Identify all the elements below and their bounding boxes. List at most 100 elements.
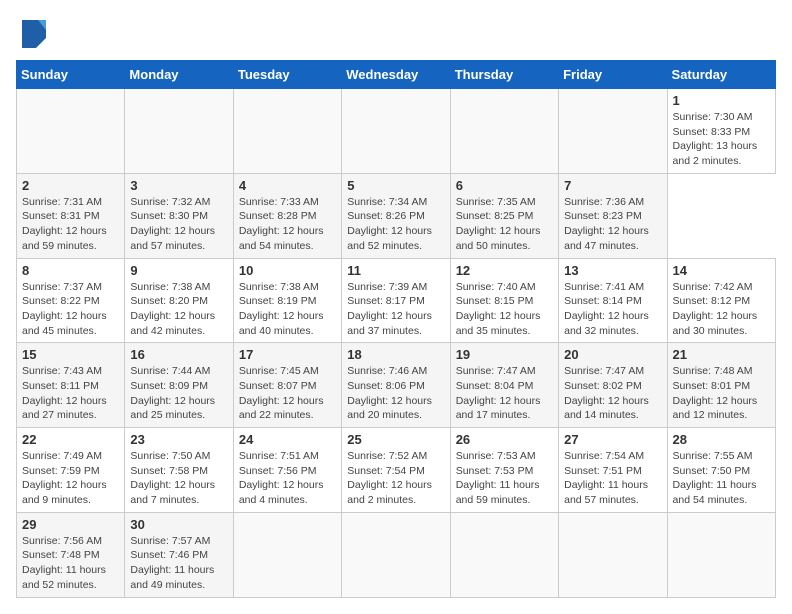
- day-cell-22: 22 Sunrise: 7:49 AMSunset: 7:59 PMDayligh…: [17, 428, 125, 513]
- day-info: Sunrise: 7:34 AMSunset: 8:26 PMDaylight:…: [347, 196, 432, 252]
- day-number: 20: [564, 347, 661, 362]
- empty-cell: [450, 512, 558, 597]
- day-number: 29: [22, 517, 119, 532]
- day-cell-24: 24 Sunrise: 7:51 AMSunset: 7:56 PMDayligh…: [233, 428, 341, 513]
- day-header-wednesday: Wednesday: [342, 61, 450, 89]
- day-cell-20: 20Sunrise: 7:47 AMSunset: 8:02 PMDayligh…: [559, 343, 667, 428]
- day-header-thursday: Thursday: [450, 61, 558, 89]
- day-info: Sunrise: 7:53 AMSunset: 7:53 PMDaylight:…: [456, 450, 540, 506]
- day-number: 11: [347, 263, 444, 278]
- day-number: 5: [347, 178, 444, 193]
- empty-cell: [450, 89, 558, 174]
- empty-cell: [233, 89, 341, 174]
- day-number: 18: [347, 347, 444, 362]
- empty-cell: [17, 89, 125, 174]
- day-info: Sunrise: 7:43 AMSunset: 8:11 PMDaylight:…: [22, 365, 107, 421]
- day-cell-23: 23 Sunrise: 7:50 AMSunset: 7:58 PMDayligh…: [125, 428, 233, 513]
- empty-cell: [125, 89, 233, 174]
- calendar-week-2: 8Sunrise: 7:37 AMSunset: 8:22 PMDaylight…: [17, 258, 776, 343]
- day-info: Sunrise: 7:48 AMSunset: 8:01 PMDaylight:…: [673, 365, 758, 421]
- logo: [16, 16, 50, 48]
- day-number: 28: [673, 432, 770, 447]
- calendar-table: SundayMondayTuesdayWednesdayThursdayFrid…: [16, 60, 776, 598]
- day-number: 16: [130, 347, 227, 362]
- day-info: Sunrise: 7:31 AMSunset: 8:31 PMDaylight:…: [22, 196, 107, 252]
- day-number: 7: [564, 178, 661, 193]
- day-info: Sunrise: 7:49 AMSunset: 7:59 PMDaylight:…: [22, 450, 107, 506]
- day-info: Sunrise: 7:32 AMSunset: 8:30 PMDaylight:…: [130, 196, 215, 252]
- day-header-saturday: Saturday: [667, 61, 775, 89]
- day-cell-14: 14Sunrise: 7:42 AMSunset: 8:12 PMDayligh…: [667, 258, 775, 343]
- empty-cell: [342, 89, 450, 174]
- day-number: 6: [456, 178, 553, 193]
- day-cell-16: 16 Sunrise: 7:44 AMSunset: 8:09 PMDayligh…: [125, 343, 233, 428]
- empty-cell: [559, 512, 667, 597]
- day-number: 19: [456, 347, 553, 362]
- day-info: Sunrise: 7:57 AMSunset: 7:46 PMDaylight:…: [130, 535, 214, 591]
- day-cell-1: 1 Sunrise: 7:30 AMSunset: 8:33 PMDaylight…: [667, 89, 775, 174]
- day-number: 14: [673, 263, 770, 278]
- day-info: Sunrise: 7:35 AMSunset: 8:25 PMDaylight:…: [456, 196, 541, 252]
- day-header-tuesday: Tuesday: [233, 61, 341, 89]
- day-cell-15: 15Sunrise: 7:43 AMSunset: 8:11 PMDayligh…: [17, 343, 125, 428]
- day-info: Sunrise: 7:50 AMSunset: 7:58 PMDaylight:…: [130, 450, 215, 506]
- day-number: 23: [130, 432, 227, 447]
- day-info: Sunrise: 7:37 AMSunset: 8:22 PMDaylight:…: [22, 281, 107, 337]
- day-info: Sunrise: 7:55 AMSunset: 7:50 PMDaylight:…: [673, 450, 757, 506]
- day-number: 13: [564, 263, 661, 278]
- day-number: 22: [22, 432, 119, 447]
- day-info: Sunrise: 7:30 AMSunset: 8:33 PMDaylight:…: [673, 111, 758, 167]
- day-cell-8: 8Sunrise: 7:37 AMSunset: 8:22 PMDaylight…: [17, 258, 125, 343]
- day-number: 9: [130, 263, 227, 278]
- empty-cell: [559, 89, 667, 174]
- day-number: 4: [239, 178, 336, 193]
- header: [16, 16, 776, 48]
- day-cell-5: 5 Sunrise: 7:34 AMSunset: 8:26 PMDaylight…: [342, 173, 450, 258]
- calendar-week-4: 22 Sunrise: 7:49 AMSunset: 7:59 PMDayligh…: [17, 428, 776, 513]
- day-cell-12: 12 Sunrise: 7:40 AMSunset: 8:15 PMDayligh…: [450, 258, 558, 343]
- day-cell-29: 29Sunrise: 7:56 AMSunset: 7:48 PMDayligh…: [17, 512, 125, 597]
- day-number: 12: [456, 263, 553, 278]
- day-info: Sunrise: 7:45 AMSunset: 8:07 PMDaylight:…: [239, 365, 324, 421]
- day-number: 24: [239, 432, 336, 447]
- day-number: 3: [130, 178, 227, 193]
- day-header-sunday: Sunday: [17, 61, 125, 89]
- day-info: Sunrise: 7:51 AMSunset: 7:56 PMDaylight:…: [239, 450, 324, 506]
- day-number: 27: [564, 432, 661, 447]
- day-number: 1: [673, 93, 770, 108]
- day-cell-21: 21 Sunrise: 7:48 AMSunset: 8:01 PMDayligh…: [667, 343, 775, 428]
- day-cell-26: 26 Sunrise: 7:53 AMSunset: 7:53 PMDayligh…: [450, 428, 558, 513]
- day-info: Sunrise: 7:40 AMSunset: 8:15 PMDaylight:…: [456, 281, 541, 337]
- calendar-header-row: SundayMondayTuesdayWednesdayThursdayFrid…: [17, 61, 776, 89]
- day-info: Sunrise: 7:33 AMSunset: 8:28 PMDaylight:…: [239, 196, 324, 252]
- empty-cell: [667, 512, 775, 597]
- day-cell-28: 28 Sunrise: 7:55 AMSunset: 7:50 PMDayligh…: [667, 428, 775, 513]
- day-info: Sunrise: 7:47 AMSunset: 8:04 PMDaylight:…: [456, 365, 541, 421]
- day-info: Sunrise: 7:54 AMSunset: 7:51 PMDaylight:…: [564, 450, 648, 506]
- day-cell-11: 11 Sunrise: 7:39 AMSunset: 8:17 PMDayligh…: [342, 258, 450, 343]
- day-cell-18: 18 Sunrise: 7:46 AMSunset: 8:06 PMDayligh…: [342, 343, 450, 428]
- calendar-week-1: 2Sunrise: 7:31 AMSunset: 8:31 PMDaylight…: [17, 173, 776, 258]
- day-info: Sunrise: 7:52 AMSunset: 7:54 PMDaylight:…: [347, 450, 432, 506]
- day-header-friday: Friday: [559, 61, 667, 89]
- empty-cell: [233, 512, 341, 597]
- day-cell-30: 30Sunrise: 7:57 AMSunset: 7:46 PMDayligh…: [125, 512, 233, 597]
- day-cell-25: 25 Sunrise: 7:52 AMSunset: 7:54 PMDayligh…: [342, 428, 450, 513]
- day-info: Sunrise: 7:41 AMSunset: 8:14 PMDaylight:…: [564, 281, 649, 337]
- day-info: Sunrise: 7:38 AMSunset: 8:19 PMDaylight:…: [239, 281, 324, 337]
- day-info: Sunrise: 7:46 AMSunset: 8:06 PMDaylight:…: [347, 365, 432, 421]
- day-cell-3: 3 Sunrise: 7:32 AMSunset: 8:30 PMDaylight…: [125, 173, 233, 258]
- day-info: Sunrise: 7:38 AMSunset: 8:20 PMDaylight:…: [130, 281, 215, 337]
- day-number: 21: [673, 347, 770, 362]
- day-info: Sunrise: 7:44 AMSunset: 8:09 PMDaylight:…: [130, 365, 215, 421]
- day-number: 25: [347, 432, 444, 447]
- logo-icon: [18, 16, 50, 48]
- day-number: 10: [239, 263, 336, 278]
- day-cell-27: 27 Sunrise: 7:54 AMSunset: 7:51 PMDayligh…: [559, 428, 667, 513]
- day-header-monday: Monday: [125, 61, 233, 89]
- day-cell-19: 19 Sunrise: 7:47 AMSunset: 8:04 PMDayligh…: [450, 343, 558, 428]
- day-cell-6: 6 Sunrise: 7:35 AMSunset: 8:25 PMDaylight…: [450, 173, 558, 258]
- day-info: Sunrise: 7:39 AMSunset: 8:17 PMDaylight:…: [347, 281, 432, 337]
- day-number: 26: [456, 432, 553, 447]
- day-info: Sunrise: 7:36 AMSunset: 8:23 PMDaylight:…: [564, 196, 649, 252]
